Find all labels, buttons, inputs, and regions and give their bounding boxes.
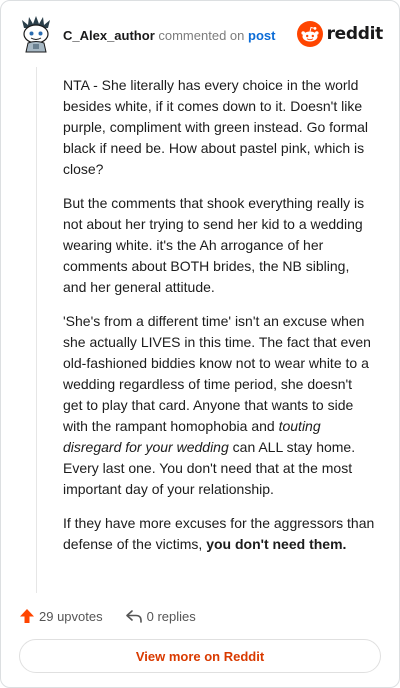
- comment-paragraph-3: 'She's from a different time' isn't an e…: [63, 311, 375, 500]
- reddit-wordmark: reddit: [326, 24, 384, 44]
- reply-arrow-icon: [125, 610, 142, 623]
- snoo-avatar-icon: [22, 16, 50, 53]
- upvote-button[interactable]: 29 upvotes: [19, 608, 103, 624]
- comment-paragraph-1: NTA - She literally has every choice in …: [63, 77, 369, 177]
- reddit-brand-link[interactable]: reddit: [296, 21, 384, 47]
- paragraph-4-strong: you don't need them.: [206, 536, 347, 552]
- reddit-logo-icon: [296, 21, 323, 47]
- reply-count: 0 replies: [146, 608, 196, 624]
- reply-button[interactable]: 0 replies: [125, 608, 196, 624]
- author-link[interactable]: C_Alex_author: [63, 28, 155, 43]
- byline: C_Alex_author commented on post: [63, 28, 275, 43]
- upvote-arrow-icon: [20, 609, 34, 623]
- thread-line: [36, 67, 37, 593]
- embedded-comment-card: C_Alex_author commented on post reddit N…: [0, 0, 400, 688]
- commented-on-text: commented on: [158, 28, 245, 43]
- upvote-count: 29 upvotes: [39, 608, 103, 624]
- user-avatar[interactable]: [19, 15, 53, 53]
- view-more-button[interactable]: View more on Reddit: [19, 639, 381, 673]
- paragraph-3-text-a: 'She's from a different time' isn't an e…: [63, 313, 371, 434]
- comment-actions: 29 upvotes 0 replies: [19, 605, 196, 627]
- post-link[interactable]: post: [248, 28, 275, 43]
- comment-paragraph-4: If they have more excuses for the aggres…: [63, 513, 375, 555]
- comment-header: C_Alex_author commented on post reddit: [17, 15, 385, 55]
- comment-paragraph-2: But the comments that shook everything r…: [63, 195, 365, 295]
- comment-body: NTA - She literally has every choice in …: [63, 75, 375, 568]
